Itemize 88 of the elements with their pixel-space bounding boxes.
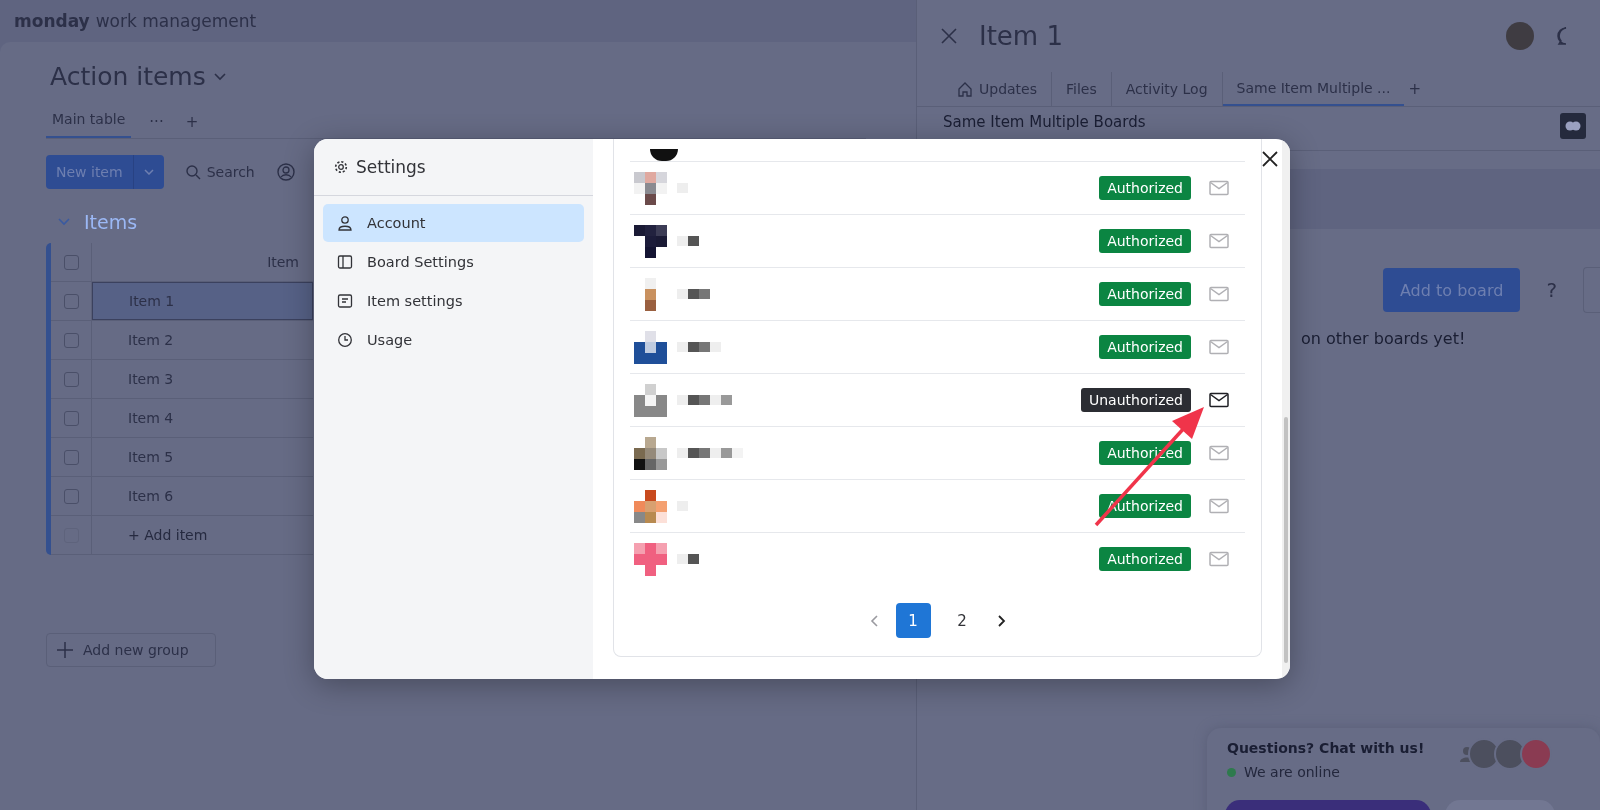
section-title: Same Item Multiple Boards	[943, 113, 1146, 131]
page-button[interactable]: 1	[895, 603, 931, 638]
avatar	[650, 149, 678, 161]
overlap-circles-icon	[1565, 121, 1581, 131]
search-icon	[185, 164, 201, 180]
panel-icon	[337, 254, 353, 270]
column-header: Item	[266, 253, 300, 272]
close-icon	[1262, 151, 1278, 167]
chevron-right-icon	[997, 614, 1006, 627]
pixelated-name	[677, 554, 699, 564]
page-button[interactable]: 2	[944, 603, 980, 638]
chevron-left-icon	[869, 614, 878, 627]
checkbox[interactable]	[63, 410, 79, 426]
help-button[interactable]: ?	[1546, 278, 1557, 302]
close-button[interactable]	[1260, 149, 1280, 169]
checkbox[interactable]	[63, 254, 79, 270]
card-icon	[337, 293, 353, 309]
status-badge: Authorized	[1099, 176, 1191, 200]
caret-icon[interactable]	[213, 72, 226, 81]
dialog-title: Settings	[356, 157, 426, 177]
scrollbar-thumb[interactable]	[1284, 417, 1288, 663]
add-tab-button[interactable]: +	[1404, 80, 1426, 98]
add-group-button[interactable]: Add new group	[46, 633, 216, 667]
boards-button[interactable]	[1560, 113, 1586, 139]
home-icon	[957, 81, 973, 97]
pixelated-name	[677, 342, 721, 352]
checkbox[interactable]	[63, 488, 79, 504]
avatar[interactable]	[1506, 22, 1534, 50]
settings-menu-item[interactable]: Item settings	[323, 282, 584, 320]
online-dot	[1227, 767, 1236, 777]
item-title: Item 1	[979, 21, 1064, 51]
group-title: Items	[84, 211, 138, 233]
status-badge: Authorized	[1099, 335, 1191, 359]
plus-icon	[57, 642, 73, 658]
add-item-button[interactable]: + Add item	[92, 516, 313, 554]
clock-icon	[337, 332, 353, 348]
empty-message: on other boards yet!	[1301, 329, 1466, 348]
pixelated-name	[677, 448, 743, 458]
view-tab[interactable]: Main table	[46, 105, 132, 138]
person-icon	[337, 215, 353, 231]
pixelated-avatar	[634, 171, 667, 205]
chat-title: Questions? Chat with us!	[1227, 740, 1426, 756]
settings-menu-item[interactable]: Account	[323, 204, 584, 242]
new-item-button[interactable]: New item	[46, 155, 164, 189]
add-to-board-button[interactable]: Add to board	[1382, 268, 1521, 312]
online-status: We are online	[1244, 764, 1340, 780]
scrollbar[interactable]	[1282, 139, 1290, 679]
item-cell[interactable]: Item 1	[92, 282, 313, 320]
checkbox[interactable]	[63, 293, 79, 309]
pixelated-avatar	[634, 542, 667, 576]
caret-icon[interactable]	[143, 169, 154, 175]
pixelated-avatar	[634, 489, 667, 523]
checkbox[interactable]	[63, 371, 79, 387]
product-name: work management	[95, 11, 257, 31]
gear-icon	[334, 160, 348, 174]
panel-tab[interactable]: Updates	[943, 72, 1052, 106]
panel-tab[interactable]: Files	[1052, 72, 1112, 106]
item-cell[interactable]: Item 6	[92, 477, 313, 515]
panel-tab[interactable]: Activity Log	[1111, 72, 1223, 106]
settings-menu-item[interactable]: Board Settings	[323, 243, 584, 281]
mail-icon[interactable]	[1209, 392, 1229, 408]
app-logo[interactable]: monday	[14, 11, 90, 31]
pixelated-avatar	[634, 436, 667, 470]
checkbox[interactable]	[63, 449, 79, 465]
status-badge: Authorized	[1099, 282, 1191, 306]
pixelated-name	[677, 395, 732, 405]
add-view-button[interactable]: +	[181, 112, 203, 131]
item-cell[interactable]: Item 4	[92, 399, 313, 437]
panel-tab[interactable]: Same Item Multiple ...	[1222, 72, 1405, 106]
pixelated-avatar	[634, 224, 667, 258]
status-badge: Authorized	[1099, 547, 1191, 571]
status-badge: Unauthorized	[1081, 388, 1191, 412]
pixelated-name	[677, 236, 699, 246]
settings-menu-item[interactable]: Usage	[323, 321, 584, 359]
item-cell[interactable]: Item 5	[92, 438, 313, 476]
status-badge: Authorized	[1099, 229, 1191, 253]
checkbox[interactable]	[63, 332, 79, 348]
board-title: Action items	[50, 62, 206, 91]
chevron-down-icon[interactable]	[58, 218, 70, 226]
search-button[interactable]: Search	[179, 163, 261, 181]
pixelated-avatar	[634, 383, 667, 417]
more-button[interactable]: ···	[145, 112, 168, 131]
item-cell[interactable]: Item 2	[92, 321, 313, 359]
pixelated-avatar	[634, 330, 667, 364]
pixelated-name	[677, 289, 710, 299]
person-icon[interactable]	[276, 163, 295, 181]
close-icon[interactable]	[941, 28, 957, 44]
item-cell[interactable]: Item 3	[92, 360, 313, 398]
